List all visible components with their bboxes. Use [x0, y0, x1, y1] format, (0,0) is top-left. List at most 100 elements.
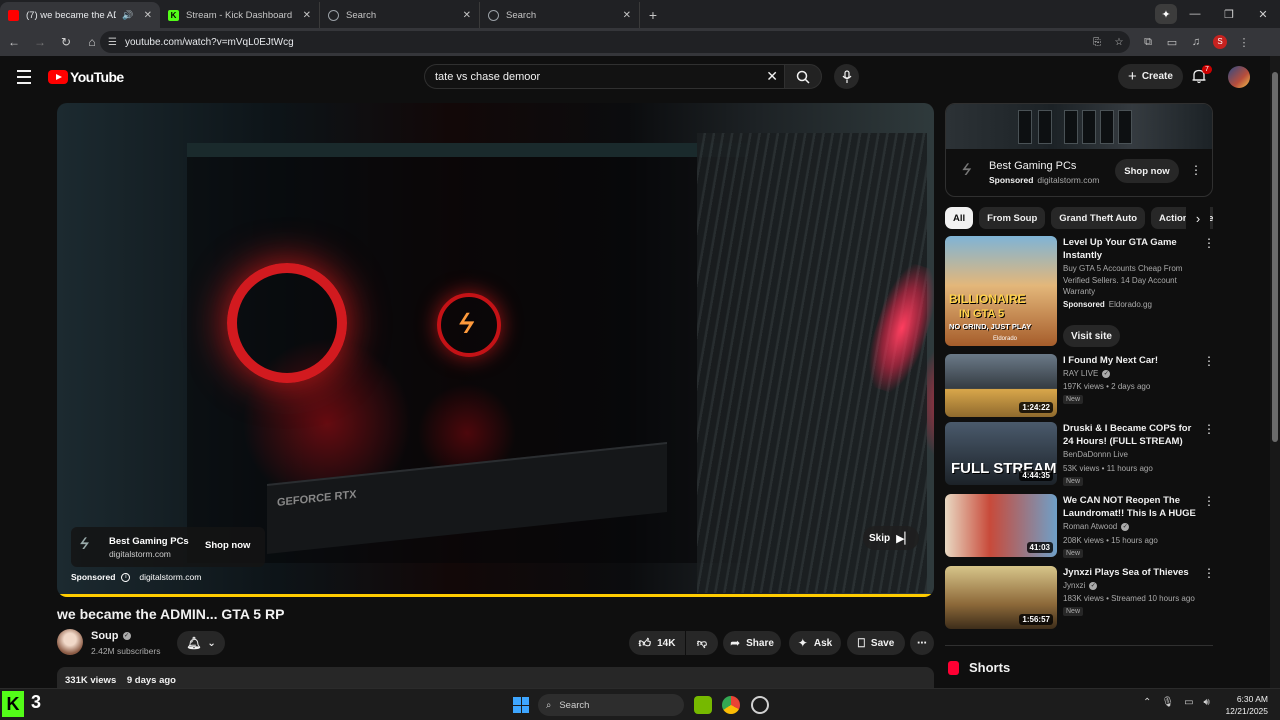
- restore-icon[interactable]: ❐: [1212, 8, 1246, 21]
- chip-gta[interactable]: Grand Theft Auto: [1051, 207, 1146, 229]
- rec-channel[interactable]: RAY LIVE: [1063, 369, 1098, 378]
- more-vertical-icon[interactable]: ⋮: [1203, 566, 1215, 580]
- more-actions-button[interactable]: ⋯: [910, 631, 934, 655]
- rec-thumbnail[interactable]: 1:24:22: [945, 354, 1057, 417]
- close-tab-icon[interactable]: ✕: [303, 10, 311, 21]
- rec-thumbnail[interactable]: 41:03: [945, 494, 1057, 557]
- close-tab-icon[interactable]: ✕: [144, 10, 152, 21]
- browser-tab-kick[interactable]: K Stream - Kick Dashboard ✕: [160, 2, 320, 28]
- share-button[interactable]: ➦ Share: [723, 631, 781, 655]
- more-vertical-icon[interactable]: ⋮: [1203, 236, 1215, 250]
- rec-title[interactable]: Druski & I Became COPS for 24 Hours! (FU…: [1063, 422, 1198, 448]
- sponsored-domain[interactable]: digitalstorm.com: [139, 572, 201, 582]
- skip-ad-button[interactable]: Skip ▶▏: [863, 526, 919, 550]
- list-item-rec[interactable]: 1:24:22 I Found My Next Car! RAY LIVE ✓ 1…: [945, 354, 1215, 417]
- browser-tab-search-1[interactable]: Search ✕: [320, 2, 480, 28]
- chip-from-soup[interactable]: From Soup: [979, 207, 1046, 229]
- ask-button[interactable]: ✦ Ask: [789, 631, 841, 655]
- create-button[interactable]: + Create: [1118, 64, 1183, 89]
- speaker-icon[interactable]: 🔊: [122, 10, 133, 21]
- youtube-logo[interactable]: YouTube: [48, 69, 124, 85]
- forward-icon[interactable]: →: [28, 30, 52, 54]
- dislike-button[interactable]: 👎︎: [686, 631, 718, 655]
- obs-icon[interactable]: [751, 696, 769, 714]
- list-item-rec[interactable]: 41:03 We CAN NOT Reopen The Laundromat!!…: [945, 494, 1215, 558]
- voice-search-button[interactable]: [834, 64, 859, 89]
- info-icon[interactable]: i: [121, 572, 131, 582]
- close-window-icon[interactable]: ✕: [1246, 8, 1280, 21]
- channel-avatar[interactable]: [57, 629, 83, 655]
- shop-now-button[interactable]: Shop now: [205, 540, 250, 551]
- volume-icon[interactable]: 🔊︎: [1204, 697, 1210, 708]
- reload-icon[interactable]: ↻: [54, 30, 78, 54]
- taskbar-search-input[interactable]: ⌕ Search: [538, 694, 684, 716]
- list-item-sponsored-rec[interactable]: BILLIONAIRE IN GTA 5 NO GRIND, JUST PLAY…: [945, 236, 1215, 348]
- notifications-button[interactable]: 7: [1191, 65, 1212, 88]
- subscribed-bell-button[interactable]: 🔔︎ ⌄: [177, 631, 225, 655]
- menu-kebab-icon[interactable]: ⋮: [1232, 36, 1256, 49]
- player-ad-card[interactable]: ϟ Best Gaming PCs digitalstorm.com Shop …: [71, 527, 265, 567]
- thumb-text: NO GRIND, JUST PLAY: [949, 322, 1032, 331]
- save-button[interactable]: ⎕ Save: [847, 631, 905, 655]
- search-input[interactable]: tate vs chase demoor ✕: [424, 64, 784, 89]
- account-avatar[interactable]: [1228, 66, 1250, 88]
- rec-title[interactable]: Jynxzi Plays Sea of Thieves: [1063, 566, 1198, 579]
- list-item-rec[interactable]: 1:56:57 Jynxzi Plays Sea of Thieves Jynx…: [945, 566, 1215, 629]
- bookmark-star-icon[interactable]: ☆: [1108, 37, 1130, 48]
- url-bar[interactable]: ☰ youtube.com/watch?v=mVqL0EJtWcg ⎘ ☆: [100, 31, 1130, 53]
- kick-logo[interactable]: K: [2, 691, 24, 717]
- chip-all[interactable]: All: [945, 207, 974, 229]
- extensions-icon[interactable]: ⧉: [1136, 36, 1160, 49]
- microphone-icon[interactable]: 🎙︎: [1161, 697, 1174, 708]
- rec-thumbnail[interactable]: BILLIONAIRE IN GTA 5 NO GRIND, JUST PLAY…: [945, 236, 1057, 346]
- rec-title[interactable]: We CAN NOT Reopen The Laundromat!! This …: [1063, 494, 1198, 520]
- profile-avatar[interactable]: S: [1213, 35, 1227, 49]
- url-text: youtube.com/watch?v=mVqL0EJtWcg: [124, 36, 294, 48]
- channel-name[interactable]: Soup: [91, 630, 119, 642]
- rec-thumbnail[interactable]: FULL STREAM 4:44:35: [945, 422, 1057, 485]
- browser-tab-search-2[interactable]: Search ✕: [480, 2, 640, 28]
- thumb-text: IN GTA 5: [959, 308, 1005, 320]
- more-vertical-icon[interactable]: ⋮: [1203, 494, 1215, 508]
- more-vertical-icon[interactable]: ⋮: [1203, 422, 1215, 436]
- rec-title[interactable]: I Found My Next Car!: [1063, 354, 1198, 367]
- chevron-up-icon[interactable]: ⌃: [1143, 697, 1151, 708]
- rec-title[interactable]: Level Up Your GTA Game Instantly: [1063, 236, 1198, 262]
- gemini-icon[interactable]: ✦: [1155, 4, 1177, 24]
- site-info-icon[interactable]: ☰: [108, 37, 117, 48]
- hamburger-menu-icon[interactable]: [14, 68, 34, 86]
- visit-site-button[interactable]: Visit site: [1063, 325, 1120, 347]
- sidebar-shop-now-button[interactable]: Shop now: [1115, 159, 1179, 183]
- video-player[interactable]: ϟ GEFORCE RTX ϟ Best Gaming PCs digitals…: [57, 103, 934, 597]
- sidebar-ad[interactable]: ϟ Best Gaming PCs Sponsored digitalstorm.…: [945, 103, 1213, 197]
- taskbar-clock[interactable]: 6:30 AM 12/21/2025: [1222, 693, 1268, 717]
- rec-channel[interactable]: BenDaDonnn Live: [1063, 450, 1128, 459]
- cast-icon[interactable]: ▭: [1160, 36, 1184, 49]
- page-scrollbar[interactable]: [1270, 56, 1280, 688]
- media-control-icon[interactable]: ♫: [1184, 36, 1208, 48]
- chevron-right-icon[interactable]: ›: [1186, 207, 1210, 229]
- rec-thumbnail[interactable]: 1:56:57: [945, 566, 1057, 629]
- search-button[interactable]: [784, 64, 822, 89]
- chrome-icon[interactable]: [722, 696, 740, 714]
- close-tab-icon[interactable]: ✕: [623, 10, 631, 21]
- network-icon[interactable]: ▭: [1184, 697, 1193, 708]
- more-vertical-icon[interactable]: ⋮: [1190, 163, 1202, 177]
- browser-tab-youtube[interactable]: (7) we became the ADMIN... 🔊 ✕: [0, 2, 160, 28]
- sponsored-label: Sponsored: [989, 175, 1034, 185]
- install-icon[interactable]: ⎘: [1086, 37, 1108, 48]
- scrollbar-thumb[interactable]: [1272, 72, 1278, 442]
- windows-start-icon[interactable]: [513, 697, 529, 713]
- rec-channel[interactable]: Jynxzi: [1063, 581, 1085, 590]
- list-item-rec[interactable]: FULL STREAM 4:44:35 Druski & I Became CO…: [945, 422, 1215, 486]
- minimize-icon[interactable]: —: [1178, 8, 1212, 20]
- close-tab-icon[interactable]: ✕: [463, 10, 471, 21]
- more-vertical-icon[interactable]: ⋮: [1203, 354, 1215, 368]
- clear-search-icon[interactable]: ✕: [766, 68, 778, 85]
- nvidia-icon[interactable]: [694, 696, 712, 714]
- ad-progress-bar[interactable]: [57, 594, 934, 597]
- rec-channel[interactable]: Roman Atwood: [1063, 522, 1117, 531]
- like-button[interactable]: 👍︎ 14K: [629, 631, 685, 655]
- new-tab-button[interactable]: +: [640, 2, 666, 28]
- back-icon[interactable]: ←: [2, 30, 26, 54]
